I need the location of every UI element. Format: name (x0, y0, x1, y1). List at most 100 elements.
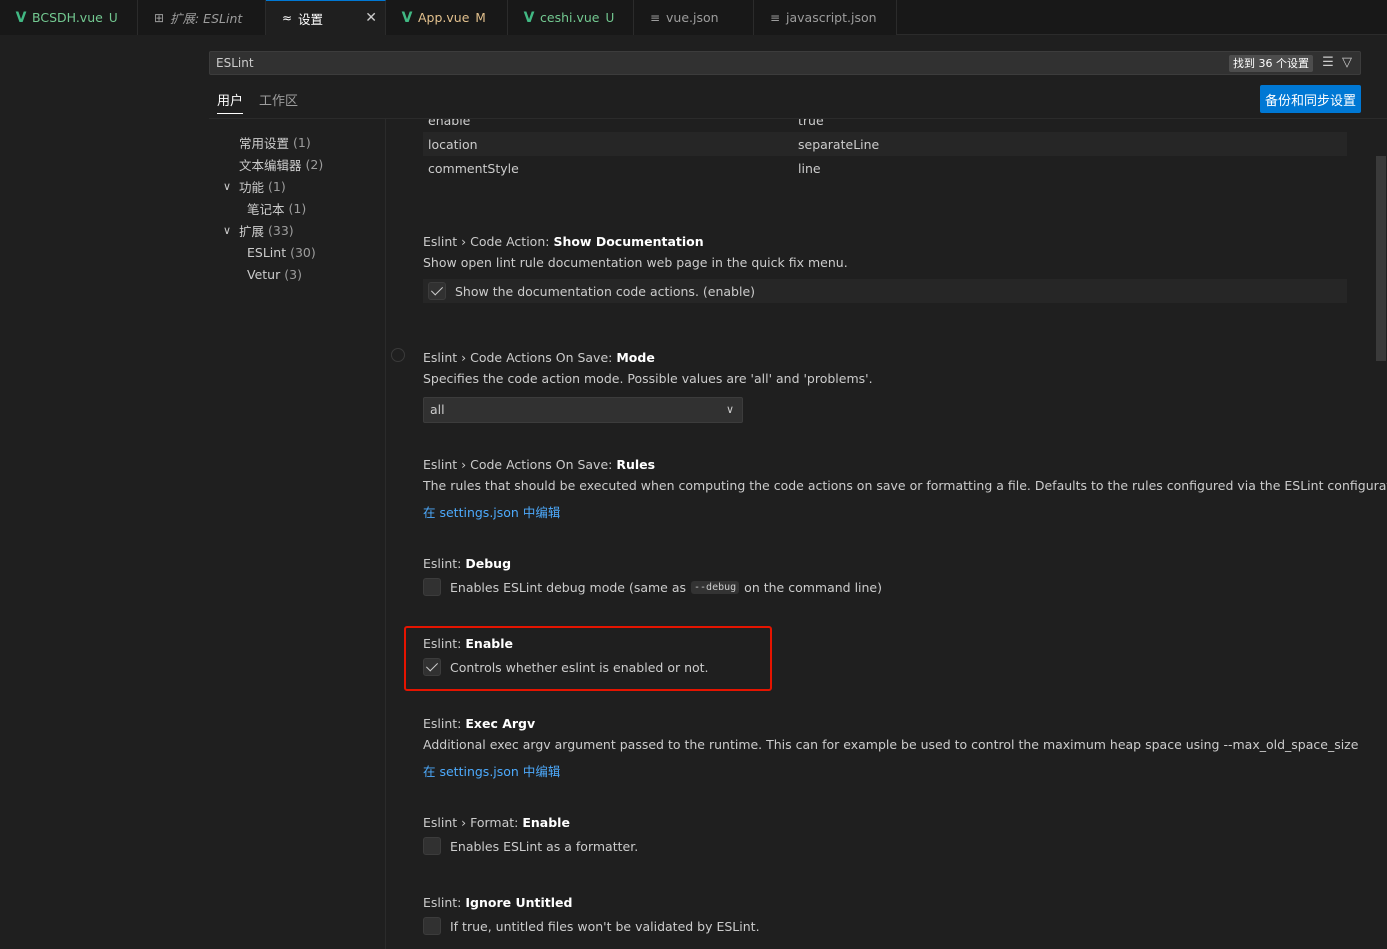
tab-label: App.vue (418, 10, 470, 25)
extensions-icon: ⊞ (153, 10, 165, 25)
settings-search-input[interactable] (216, 54, 1116, 72)
setting-title: Eslint › Code Action: Show Documentation (423, 232, 1347, 252)
settings-editor-icon: ≈ (281, 11, 293, 25)
tab-workspace-settings[interactable]: 工作区 (259, 90, 298, 113)
setting-name: Mode (616, 350, 655, 365)
table-key: commentStyle (428, 160, 519, 176)
checkbox-label: Enables ESLint debug mode (same as (450, 579, 687, 595)
table-row[interactable]: commentStyle line (423, 156, 1347, 180)
setting-description: Show open lint rule documentation web pa… (423, 255, 848, 270)
table-key: location (428, 136, 478, 152)
table-row[interactable]: enable true (423, 119, 1347, 132)
checkbox-label: Show the documentation code actions. (en… (455, 283, 756, 299)
tab-javascript-json[interactable]: ≡ javascript.json (754, 0, 897, 35)
tab-label: BCSDH.vue (32, 10, 103, 25)
setting-name: Exec Argv (465, 716, 536, 731)
table-value: line (798, 160, 821, 176)
toc-item-vetur[interactable]: Vetur (3) (209, 263, 385, 285)
close-icon[interactable]: ✕ (365, 10, 377, 26)
toc-label: 扩展 (239, 223, 265, 239)
setting-category: Eslint: (423, 556, 466, 571)
toc-item-features[interactable]: ∨ 功能 (1) (209, 175, 385, 197)
setting-category: Eslint › Code Actions On Save: (423, 457, 617, 472)
vue-file-icon: V (523, 9, 535, 26)
toc-label: 常用设置 (239, 135, 290, 151)
setting-on-save-mode: Eslint › Code Actions On Save: Mode Spec… (423, 348, 1347, 423)
setting-description: Specifies the code action mode. Possible… (423, 371, 873, 386)
toc-item-text-editor[interactable]: 文本编辑器 (2) (209, 153, 385, 175)
setting-category: Eslint › Format: (423, 815, 523, 830)
tab-settings[interactable]: ≈ 设置 ✕ (266, 0, 386, 35)
setting-category: Eslint › Code Action: (423, 234, 554, 249)
setting-category: Eslint: (423, 895, 466, 910)
toc-item-extensions[interactable]: ∨ 扩展 (33) (209, 219, 385, 241)
tab-extension-eslint[interactable]: ⊞ 扩展: ESLint (138, 0, 266, 35)
vertical-scrollbar[interactable] (1376, 156, 1386, 361)
setting-ignore-untitled: Eslint: Ignore Untitled If true, untitle… (423, 893, 1347, 937)
toc-label: Vetur (247, 266, 281, 282)
clear-filter-icon[interactable]: ☰ (1320, 55, 1336, 71)
toc-item-notebook[interactable]: 笔记本 (1) (209, 197, 385, 219)
checkbox-label-end: on the command line) (744, 579, 883, 595)
git-untracked-badge: U (605, 10, 615, 25)
tab-label: javascript.json (786, 10, 877, 25)
tab-label: 设置 (298, 11, 324, 27)
toc-label: 文本编辑器 (239, 157, 302, 173)
toc-label: 功能 (239, 179, 265, 195)
settings-search-box: 找到 36 个设置 ☰ ▽ (209, 51, 1361, 75)
vue-file-icon: V (401, 9, 413, 26)
setting-category: Eslint: (423, 716, 466, 731)
setting-name: Show Documentation (553, 234, 704, 249)
git-modified-badge: M (475, 10, 486, 25)
edit-in-settings-json-link[interactable]: 在 settings.json 中编辑 (423, 761, 1347, 783)
format-enable-checkbox[interactable] (423, 837, 441, 855)
toc-label: 笔记本 (247, 201, 285, 217)
setting-title: Eslint › Code Actions On Save: Rules (423, 455, 1347, 475)
toc-count: (33) (268, 222, 294, 238)
setting-name: Debug (465, 556, 512, 571)
setting-name: Rules (616, 457, 656, 472)
toc-count: (1) (293, 134, 311, 150)
table-row[interactable]: location separateLine (423, 132, 1347, 156)
toc-count: (3) (284, 266, 302, 282)
select-value: all (430, 402, 445, 417)
gear-icon[interactable] (391, 348, 405, 362)
checkbox-row: Enables ESLint as a formatter. (423, 835, 1347, 857)
backup-sync-button[interactable]: 备份和同步设置 (1260, 85, 1361, 113)
table-value: separateLine (798, 136, 880, 152)
setting-debug: Eslint: Debug Enables ESLint debug mode … (423, 554, 1347, 598)
mode-select[interactable]: all ∨ (423, 397, 743, 423)
highlight-annotation-box (404, 626, 772, 691)
setting-category: Eslint › Code Actions On Save: (423, 350, 617, 365)
search-result-count: 找到 36 个设置 (1229, 55, 1313, 72)
setting-title: Eslint › Code Actions On Save: Mode (423, 348, 1347, 368)
object-setting-table: enable true location separateLine commen… (423, 119, 1347, 180)
chevron-down-icon: ∨ (223, 223, 232, 237)
toc-item-common[interactable]: 常用设置 (1) (209, 131, 385, 153)
chevron-down-icon: ∨ (725, 403, 734, 416)
toc-count: (1) (288, 200, 307, 216)
setting-show-documentation: Eslint › Code Action: Show Documentation… (423, 232, 1347, 303)
toc-count: (1) (268, 178, 286, 194)
tab-bcsdh-vue[interactable]: V BCSDH.vue U (0, 0, 138, 35)
tab-app-vue[interactable]: V App.vue M (386, 0, 508, 35)
debug-checkbox[interactable] (423, 578, 441, 596)
editor-tab-bar: V BCSDH.vue U ⊞ 扩展: ESLint ≈ 设置 ✕ V App.… (0, 0, 1387, 35)
inline-code: --debug (691, 580, 740, 594)
checkbox-label: If true, untitled files won't be validat… (450, 918, 760, 934)
toc-count: (30) (290, 244, 316, 260)
setting-title: Eslint: Ignore Untitled (423, 893, 1347, 913)
show-documentation-checkbox[interactable] (428, 282, 446, 300)
edit-in-settings-json-link[interactable]: 在 settings.json 中编辑 (423, 502, 1347, 524)
checkbox-label: Enables ESLint as a formatter. (450, 838, 639, 854)
json-file-icon: ≡ (649, 10, 661, 25)
ignore-untitled-checkbox[interactable] (423, 917, 441, 935)
toc-item-eslint[interactable]: ESLint (30) (209, 241, 385, 263)
filter-icon[interactable]: ▽ (1339, 55, 1355, 71)
tab-user-settings[interactable]: 用户 (217, 90, 244, 114)
table-value: true (798, 119, 824, 128)
tab-ceshi-vue[interactable]: V ceshi.vue U (508, 0, 634, 35)
tab-vue-json[interactable]: ≡ vue.json (634, 0, 754, 35)
tab-label: 扩展: ESLint (170, 11, 243, 26)
settings-list: enable true location separateLine commen… (386, 119, 1387, 949)
